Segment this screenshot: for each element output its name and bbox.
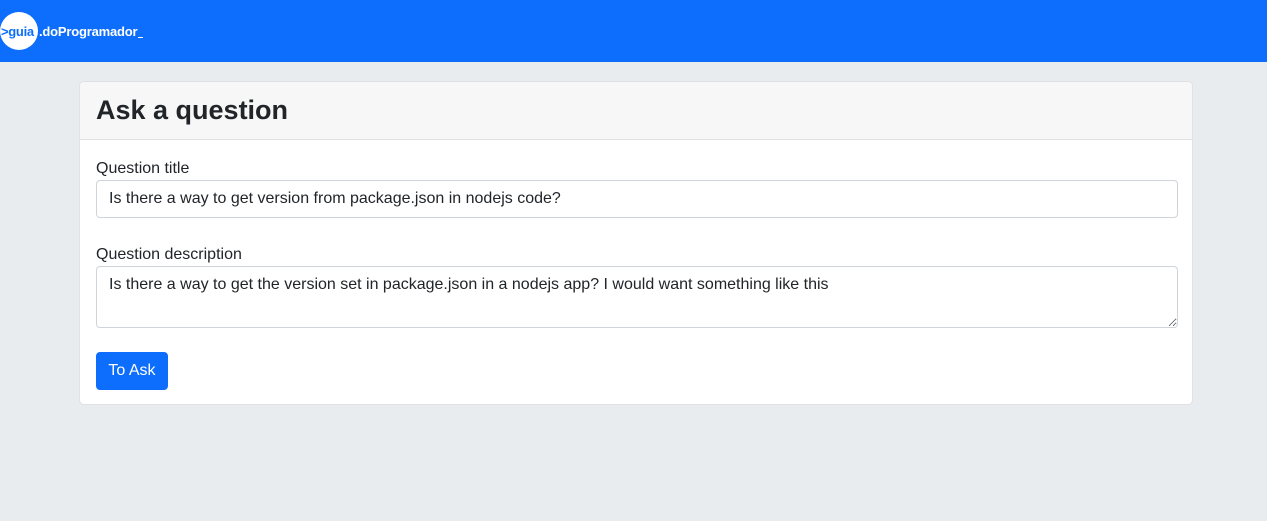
question-description-textarea[interactable]: Is there a way to get the version set in…	[96, 266, 1178, 328]
page-title: Ask a question	[96, 95, 289, 125]
card-header: Ask a question	[80, 82, 1192, 140]
navbar: >guia .doProgramador	[0, 0, 1267, 62]
question-title-input[interactable]	[96, 180, 1178, 218]
brand-cursor-icon	[138, 25, 144, 38]
question-description-label: Question description	[96, 246, 242, 263]
ask-submit-button[interactable]: To Ask	[96, 352, 168, 390]
brand-logo-link[interactable]: >guia .doProgramador	[0, 12, 144, 50]
ask-question-card: Ask a question Question title Question d…	[79, 81, 1193, 405]
question-title-label: Question title	[96, 160, 190, 177]
brand-name: .doProgramador	[39, 23, 138, 39]
brand-logo-mark: >guia	[1, 23, 34, 39]
brand-logo-circle: >guia	[0, 12, 38, 50]
